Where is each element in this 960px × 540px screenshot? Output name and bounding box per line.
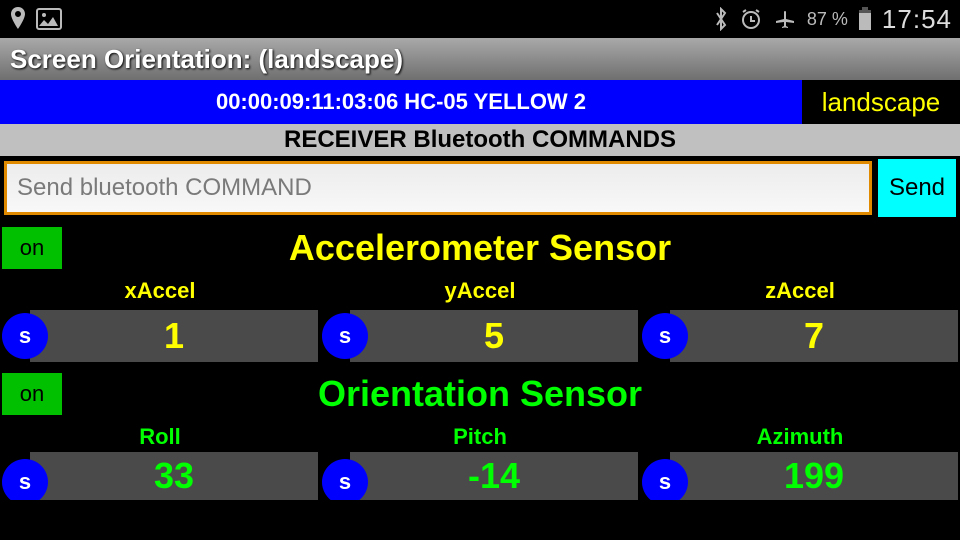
- connection-info: 00:00:09:11:03:06 HC-05 YELLOW 2: [0, 80, 802, 124]
- receiver-header-text: RECEIVER Bluetooth COMMANDS: [284, 126, 676, 154]
- title-text: Screen Orientation: (landscape): [10, 44, 403, 75]
- accelerometer-section: on Accelerometer Sensor xAccel yAccel zA…: [0, 220, 960, 366]
- connection-row: 00:00:09:11:03:06 HC-05 YELLOW 2 landsca…: [0, 80, 960, 124]
- command-row: Send bluetooth COMMAND Send: [0, 156, 960, 220]
- command-placeholder: Send bluetooth COMMAND: [17, 174, 312, 202]
- alarm-icon: [739, 7, 763, 31]
- battery-icon: [858, 7, 872, 31]
- status-right-icons: 87 % 17:54: [713, 4, 952, 35]
- orient-values: s 33 s -14 s 199: [0, 452, 960, 500]
- orientation-mode[interactable]: landscape: [802, 80, 960, 124]
- accel-x-value: 1: [164, 315, 184, 357]
- android-status-bar: 87 % 17:54: [0, 0, 960, 38]
- battery-percent: 87 %: [807, 9, 848, 30]
- location-icon: [8, 7, 28, 31]
- accel-y-value: 5: [484, 315, 504, 357]
- orient-roll-value-box: 33: [30, 452, 318, 500]
- accel-title: Accelerometer Sensor: [0, 227, 960, 269]
- orient-pitch-label: Pitch: [453, 424, 507, 450]
- accel-z-cell: s 7: [642, 306, 958, 366]
- orient-azimuth-cell: s 199: [642, 452, 958, 500]
- orient-roll-value: 33: [154, 455, 194, 497]
- accel-y-label: yAccel: [445, 278, 516, 304]
- connection-info-text: 00:00:09:11:03:06 HC-05 YELLOW 2: [216, 89, 586, 115]
- accel-labels: xAccel yAccel zAccel: [0, 276, 960, 306]
- orient-azimuth-s-button[interactable]: s: [642, 459, 688, 500]
- command-input[interactable]: Send bluetooth COMMAND: [4, 161, 872, 215]
- send-button[interactable]: Send: [878, 159, 956, 217]
- status-clock: 17:54: [882, 4, 952, 35]
- accel-z-s-button[interactable]: s: [642, 313, 688, 359]
- orient-labels: Roll Pitch Azimuth: [0, 422, 960, 452]
- accel-z-label: zAccel: [765, 278, 835, 304]
- accel-title-row: on Accelerometer Sensor: [0, 220, 960, 276]
- orient-pitch-s-button[interactable]: s: [322, 459, 368, 500]
- orient-pitch-value-box: -14: [350, 452, 638, 500]
- bluetooth-icon: [713, 7, 729, 31]
- status-left-icons: [8, 7, 62, 31]
- orientation-mode-text: landscape: [822, 87, 941, 118]
- accel-y-value-box: 5: [350, 310, 638, 362]
- orientation-section: on Orientation Sensor Roll Pitch Azimuth…: [0, 366, 960, 500]
- orient-pitch-cell: s -14: [322, 452, 638, 500]
- accel-values: s 1 s 5 s 7: [0, 306, 960, 366]
- image-icon: [36, 8, 62, 30]
- accel-y-cell: s 5: [322, 306, 638, 366]
- accel-z-value: 7: [804, 315, 824, 357]
- accel-x-cell: s 1: [2, 306, 318, 366]
- orient-roll-cell: s 33: [2, 452, 318, 500]
- orient-title-row: on Orientation Sensor: [0, 366, 960, 422]
- accel-x-value-box: 1: [30, 310, 318, 362]
- send-button-label: Send: [889, 174, 945, 202]
- accel-y-s-button[interactable]: s: [322, 313, 368, 359]
- orient-azimuth-value: 199: [784, 455, 844, 497]
- title-bar: Screen Orientation: (landscape): [0, 38, 960, 80]
- receiver-header: RECEIVER Bluetooth COMMANDS: [0, 124, 960, 156]
- accel-z-value-box: 7: [670, 310, 958, 362]
- orient-azimuth-value-box: 199: [670, 452, 958, 500]
- orient-pitch-value: -14: [468, 455, 520, 497]
- orient-azimuth-label: Azimuth: [757, 424, 844, 450]
- accel-x-label: xAccel: [125, 278, 196, 304]
- airplane-icon: [773, 7, 797, 31]
- orient-title: Orientation Sensor: [0, 373, 960, 415]
- orient-roll-label: Roll: [139, 424, 181, 450]
- orient-roll-s-button[interactable]: s: [2, 459, 48, 500]
- accel-x-s-button[interactable]: s: [2, 313, 48, 359]
